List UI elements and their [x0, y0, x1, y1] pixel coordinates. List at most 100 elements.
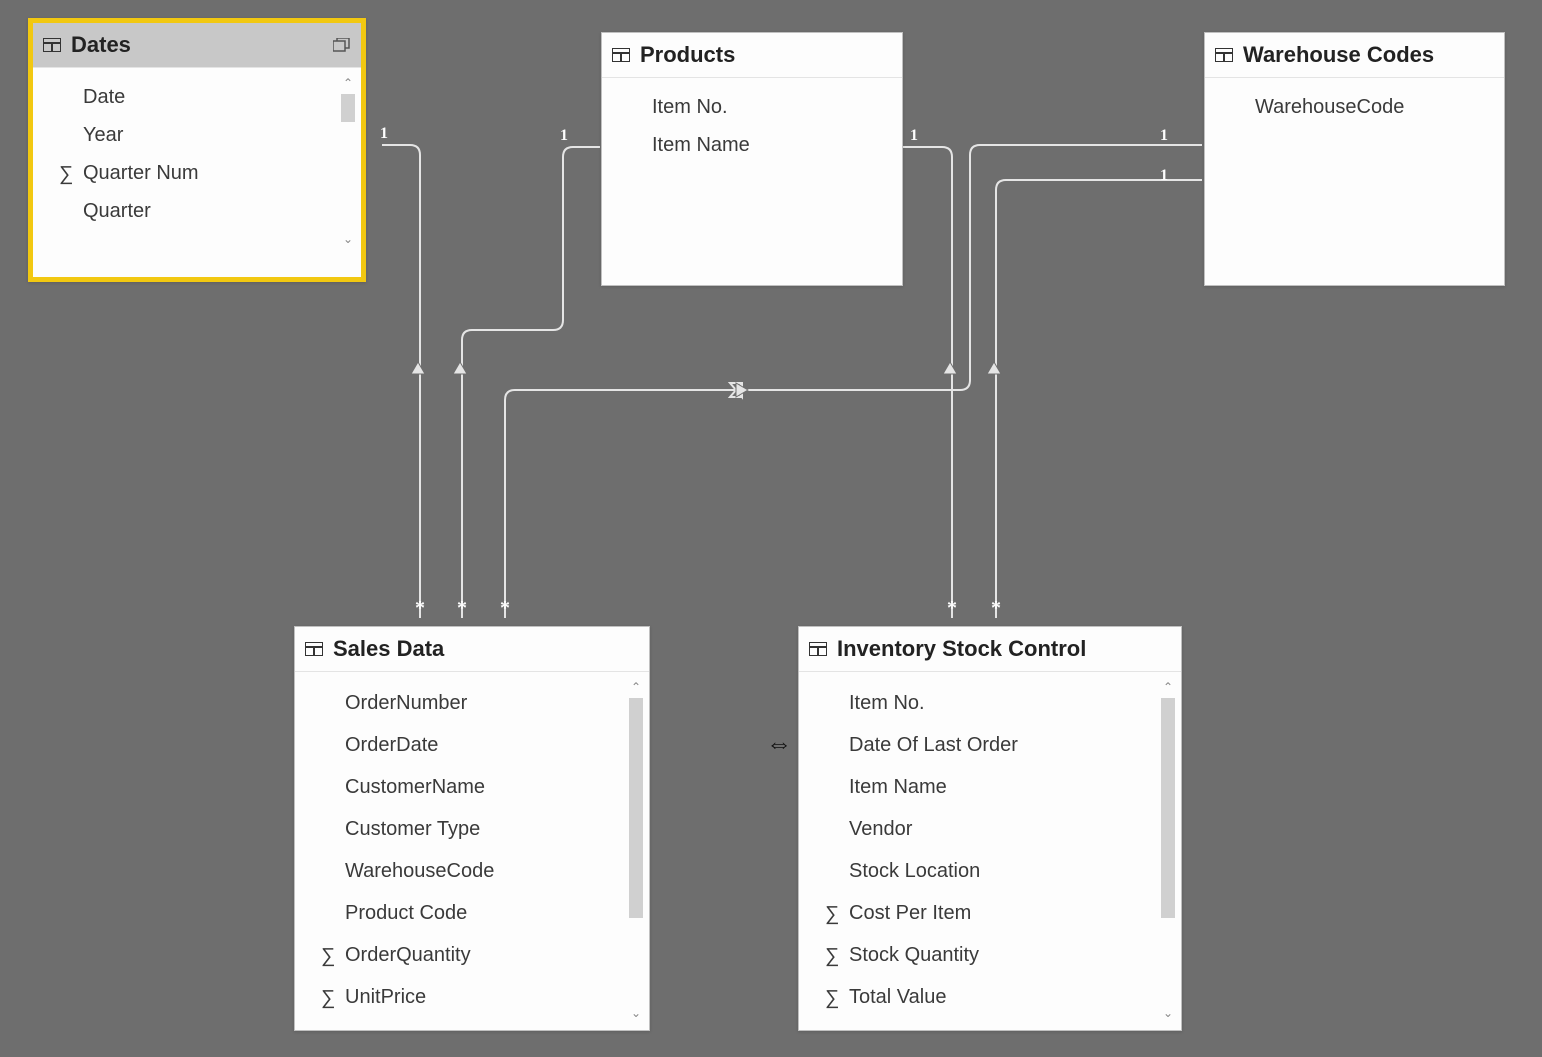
scroll-up-icon[interactable]: ⌃ [339, 76, 357, 90]
card-many: * [457, 597, 467, 619]
scroll-thumb[interactable] [341, 94, 355, 122]
table-icon [43, 38, 61, 52]
field-label: Product Code [345, 902, 467, 925]
card-one: 1 [1160, 127, 1168, 144]
field-label: Item No. [849, 692, 925, 715]
scroll-up-icon[interactable]: ⌃ [627, 680, 645, 694]
rel-warehouse-inventory[interactable] [996, 180, 1202, 618]
table-icon [612, 48, 630, 62]
sigma-icon: ∑ [825, 987, 839, 1010]
table-warehouse-codes[interactable]: Warehouse Codes WarehouseCode [1204, 32, 1505, 286]
sigma-icon: ∑ [825, 903, 839, 926]
rel-products-inventory[interactable] [902, 147, 952, 618]
sigma-icon: ∑ [825, 945, 839, 968]
field-label: Quarter Num [83, 162, 199, 185]
field-product-code[interactable]: Product Code [295, 892, 649, 934]
scroll-thumb[interactable] [1161, 698, 1175, 918]
field-label: Item No. [652, 96, 728, 119]
card-one: 1 [910, 127, 918, 144]
field-quarter[interactable]: Quarter [33, 192, 361, 230]
card-many: * [991, 597, 1001, 619]
field-unit-price[interactable]: ∑ UnitPrice [295, 976, 649, 1018]
field-label: Stock Location [849, 860, 980, 883]
table-icon [1215, 48, 1233, 62]
field-item-name[interactable]: Item Name [602, 126, 902, 164]
field-stock-quantity[interactable]: ∑ Stock Quantity [799, 934, 1181, 976]
table-sales-data[interactable]: Sales Data OrderNumber OrderDate Custome… [294, 626, 650, 1031]
table-icon [809, 642, 827, 656]
table-header[interactable]: Dates [33, 23, 361, 68]
field-label: CustomerName [345, 776, 485, 799]
field-label: WarehouseCode [1255, 96, 1404, 119]
table-header[interactable]: Warehouse Codes [1205, 33, 1504, 78]
field-label: OrderDate [345, 734, 438, 757]
field-label: Item Name [849, 776, 947, 799]
field-cost-per-item[interactable]: ∑ Cost Per Item [799, 892, 1181, 934]
card-many: * [947, 597, 957, 619]
field-label: Date Of Last Order [849, 734, 1018, 757]
scrollbar[interactable]: ⌃ ⌄ [1159, 680, 1177, 1020]
scroll-down-icon[interactable]: ⌄ [1159, 1006, 1177, 1020]
table-inventory-stock-control[interactable]: Inventory Stock Control Item No. Date Of… [798, 626, 1182, 1031]
table-title: Products [640, 42, 892, 68]
table-title: Sales Data [333, 636, 639, 662]
table-header[interactable]: Sales Data [295, 627, 649, 672]
scroll-up-icon[interactable]: ⌃ [1159, 680, 1177, 694]
field-label: UnitPrice [345, 986, 426, 1009]
field-label: WarehouseCode [345, 860, 494, 883]
rel-dates-sales[interactable] [382, 145, 420, 618]
table-icon [305, 642, 323, 656]
field-item-no[interactable]: Item No. [799, 682, 1181, 724]
field-date[interactable]: Date [33, 78, 361, 116]
table-header[interactable]: Products [602, 33, 902, 78]
field-stock-location[interactable]: Stock Location [799, 850, 1181, 892]
field-quarter-num[interactable]: ∑ Quarter Num [33, 154, 361, 192]
field-label: Vendor [849, 818, 912, 841]
card-many: * [415, 597, 425, 619]
sigma-icon: ∑ [321, 945, 335, 968]
table-dates[interactable]: Dates Date Year ∑ Quarter Num Quarter ⌃ ⌄ [28, 18, 366, 282]
resize-horizontal-cursor: ⇔ [766, 728, 792, 759]
field-label: Stock Quantity [849, 944, 979, 967]
field-label: Year [83, 124, 123, 147]
field-label: Total Value [849, 986, 946, 1009]
field-warehouse-code[interactable]: WarehouseCode [295, 850, 649, 892]
sigma-icon: ∑ [321, 987, 335, 1010]
field-label: Item Name [652, 134, 750, 157]
scroll-thumb[interactable] [629, 698, 643, 918]
rel-products-sales[interactable] [462, 147, 600, 618]
field-label: OrderNumber [345, 692, 467, 715]
field-customer-name[interactable]: CustomerName [295, 766, 649, 808]
table-header[interactable]: Inventory Stock Control [799, 627, 1181, 672]
scroll-down-icon[interactable]: ⌄ [339, 232, 357, 246]
field-date-last-order[interactable]: Date Of Last Order [799, 724, 1181, 766]
restore-icon[interactable] [333, 38, 351, 52]
sigma-icon: ∑ [59, 163, 73, 186]
scroll-down-icon[interactable]: ⌄ [627, 1006, 645, 1020]
field-total-value[interactable]: ∑ Total Value [799, 976, 1181, 1018]
table-products[interactable]: Products Item No. Item Name [601, 32, 903, 286]
field-label: OrderQuantity [345, 944, 471, 967]
field-order-number[interactable]: OrderNumber [295, 682, 649, 724]
table-title: Dates [71, 32, 325, 58]
card-one: 1 [380, 125, 388, 142]
card-one: 1 [560, 127, 568, 144]
model-canvas[interactable]: 1 1 1 1 1 * * * * * Dates Date Year ∑ Qua… [0, 0, 1542, 1057]
table-title: Warehouse Codes [1243, 42, 1494, 68]
card-many: * [500, 597, 510, 619]
card-one: 1 [1160, 167, 1168, 184]
field-label: Cost Per Item [849, 902, 971, 925]
field-item-no[interactable]: Item No. [602, 88, 902, 126]
field-order-date[interactable]: OrderDate [295, 724, 649, 766]
scrollbar[interactable]: ⌃ ⌄ [339, 76, 357, 246]
field-order-quantity[interactable]: ∑ OrderQuantity [295, 934, 649, 976]
field-label: Quarter [83, 200, 151, 223]
field-label: Date [83, 86, 125, 109]
field-vendor[interactable]: Vendor [799, 808, 1181, 850]
field-warehouse-code[interactable]: WarehouseCode [1205, 88, 1504, 126]
field-customer-type[interactable]: Customer Type [295, 808, 649, 850]
table-title: Inventory Stock Control [837, 636, 1171, 662]
scrollbar[interactable]: ⌃ ⌄ [627, 680, 645, 1020]
field-year[interactable]: Year [33, 116, 361, 154]
field-item-name[interactable]: Item Name [799, 766, 1181, 808]
